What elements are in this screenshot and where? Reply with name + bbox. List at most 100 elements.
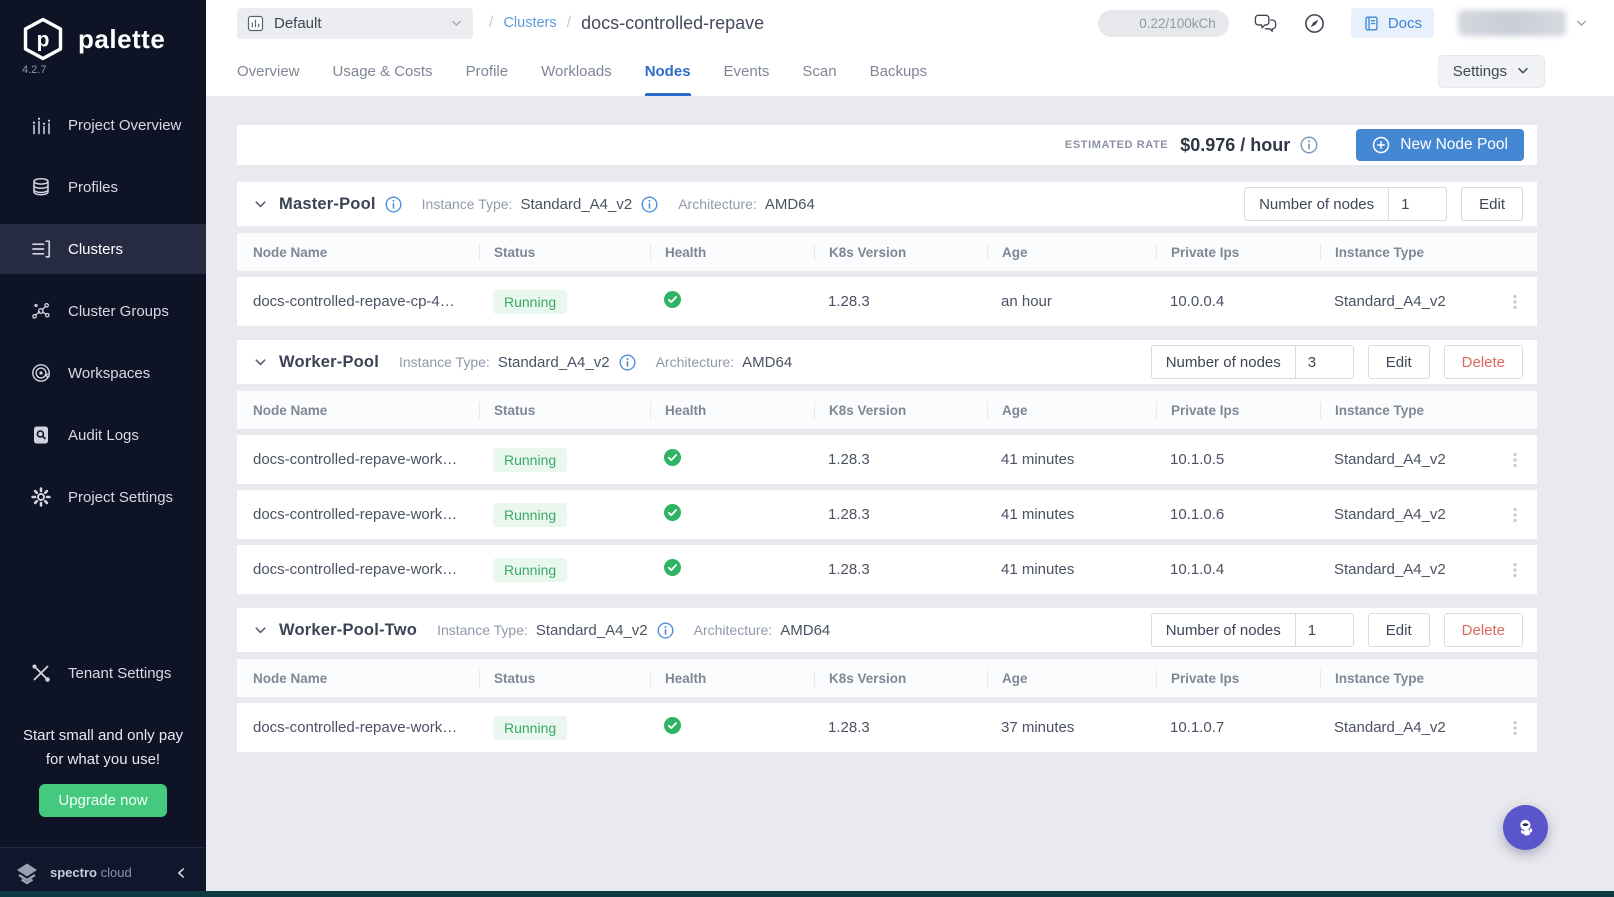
row-menu-icon[interactable] xyxy=(1506,506,1524,524)
private-ip-cell: 10.1.0.4 xyxy=(1170,561,1225,578)
table-row: docs-controlled-repave-work… Running 1.2… xyxy=(237,435,1537,484)
age-cell: 37 minutes xyxy=(1001,719,1075,736)
upgrade-promo: Start small and only pay for what you us… xyxy=(0,710,206,817)
number-of-nodes-control: Number of nodes 1 xyxy=(1244,187,1448,221)
project-selector-value: Default xyxy=(274,14,322,32)
settings-button[interactable]: Settings xyxy=(1437,54,1545,88)
edit-pool-button[interactable]: Edit xyxy=(1367,613,1430,647)
rate-info-icon[interactable] xyxy=(1300,136,1318,154)
instance-type-info-icon[interactable] xyxy=(641,195,658,213)
chevron-down-icon[interactable] xyxy=(253,623,268,638)
chevron-down-icon[interactable] xyxy=(253,355,268,370)
audit-icon xyxy=(30,424,52,446)
sidebar-item-clusters[interactable]: Clusters xyxy=(0,224,206,274)
private-ip-cell: 10.0.0.4 xyxy=(1170,293,1225,310)
promo-text-line1: Start small and only pay xyxy=(22,727,184,744)
delete-pool-button[interactable]: Delete xyxy=(1443,345,1523,379)
collapse-sidebar-icon[interactable] xyxy=(174,866,188,880)
k8s-version-cell: 1.28.3 xyxy=(828,293,870,310)
sidebar-item-project-settings[interactable]: Project Settings xyxy=(0,472,206,522)
palette-logo-icon: p xyxy=(20,16,66,62)
upgrade-now-button[interactable]: Upgrade now xyxy=(39,784,167,817)
user-menu[interactable] xyxy=(1458,10,1588,36)
sidebar-nav: Project Overview Profiles Clusters Clust… xyxy=(0,100,206,710)
instance-type-cell: Standard_A4_v2 xyxy=(1334,451,1446,468)
tab-events[interactable]: Events xyxy=(724,46,770,96)
status-badge: Running xyxy=(493,557,568,582)
node-pool-section: Worker-Pool Instance Type: Standard_A4_v… xyxy=(237,340,1537,594)
number-of-nodes-input[interactable]: 3 xyxy=(1294,346,1353,378)
architecture-value: AMD64 xyxy=(742,353,793,371)
status-badge: Running xyxy=(493,447,568,472)
pool-name: Master-Pool xyxy=(279,194,376,213)
project-selector[interactable]: Default xyxy=(237,7,473,39)
app-logo: p palette xyxy=(0,0,206,64)
architecture-label: Architecture: xyxy=(655,354,735,370)
pool-info-icon[interactable] xyxy=(385,195,402,213)
book-icon xyxy=(1363,15,1380,32)
architecture-label: Architecture: xyxy=(693,622,773,638)
chevron-down-icon[interactable] xyxy=(253,197,268,212)
sidebar-item-cluster-groups[interactable]: Cluster Groups xyxy=(0,286,206,336)
tab-scan[interactable]: Scan xyxy=(802,46,836,96)
instance-type-info-icon[interactable] xyxy=(657,621,674,639)
table-row: docs-controlled-repave-work… Running 1.2… xyxy=(237,703,1537,752)
architecture-label: Architecture: xyxy=(678,196,757,212)
column-header-k8s-version: K8s Version xyxy=(814,401,987,419)
sidebar-item-audit-logs[interactable]: Audit Logs xyxy=(0,410,206,460)
sidebar-item-workspaces[interactable]: Workspaces xyxy=(0,348,206,398)
breadcrumb-clusters-link[interactable]: Clusters xyxy=(503,15,556,31)
chat-icon[interactable] xyxy=(1253,11,1278,36)
column-header-instance-type: Instance Type xyxy=(1320,401,1493,419)
breadcrumb: / Clusters / docs-controlled-repave xyxy=(489,12,765,33)
sidebar-item-project-overview[interactable]: Project Overview xyxy=(0,100,206,150)
sidebar-item-tenant-settings[interactable]: Tenant Settings xyxy=(0,648,206,698)
assistant-fab-button[interactable] xyxy=(1503,805,1548,850)
k8s-version-cell: 1.28.3 xyxy=(828,451,870,468)
new-node-pool-button[interactable]: New Node Pool xyxy=(1356,129,1524,161)
column-header-private-ips: Private Ips xyxy=(1156,401,1320,419)
row-menu-icon[interactable] xyxy=(1506,719,1524,737)
table-header-row: Node Name Status Health K8s Version Age Priva… xyxy=(237,659,1537,697)
tab-usage-costs[interactable]: Usage & Costs xyxy=(333,46,433,96)
sidebar-item-profiles[interactable]: Profiles xyxy=(0,162,206,212)
architecture-value: AMD64 xyxy=(780,621,831,639)
column-header-node-name: Node Name xyxy=(253,402,328,418)
estimated-rate-label: ESTIMATED RATE xyxy=(1064,139,1169,151)
tab-profile[interactable]: Profile xyxy=(466,46,509,96)
number-of-nodes-input[interactable]: 1 xyxy=(1388,188,1446,220)
tab-nodes[interactable]: Nodes xyxy=(644,46,691,96)
number-of-nodes-input[interactable]: 1 xyxy=(1294,614,1353,646)
row-menu-icon[interactable] xyxy=(1506,451,1524,469)
instance-type-value: Standard_A4_v2 xyxy=(497,353,610,371)
node-name-cell: docs-controlled-repave-work… xyxy=(253,561,458,578)
edit-pool-button[interactable]: Edit xyxy=(1367,345,1430,379)
instance-type-info-icon[interactable] xyxy=(619,353,636,371)
project-icon xyxy=(247,15,264,32)
table-row: docs-controlled-repave-work… Running 1.2… xyxy=(237,545,1537,594)
status-badge: Running xyxy=(493,715,568,740)
layers-icon xyxy=(30,176,52,198)
table-header-row: Node Name Status Health K8s Version Age Priva… xyxy=(237,233,1537,271)
column-header-k8s-version: K8s Version xyxy=(814,669,987,687)
compass-icon[interactable] xyxy=(1302,11,1327,36)
column-header-status: Status xyxy=(479,401,650,419)
health-check-icon xyxy=(664,291,681,308)
bottom-edge-bar xyxy=(0,891,1614,897)
tab-overview[interactable]: Overview xyxy=(237,46,300,96)
docs-button[interactable]: Docs xyxy=(1350,8,1434,38)
tabs: Overview Usage & Costs Profile Workloads… xyxy=(237,46,960,96)
tab-backups[interactable]: Backups xyxy=(870,46,928,96)
spectro-cloud-logo-icon xyxy=(12,858,42,888)
edit-pool-button[interactable]: Edit xyxy=(1461,187,1523,221)
node-name-cell: docs-controlled-repave-work… xyxy=(253,719,458,736)
tab-workloads[interactable]: Workloads xyxy=(541,46,612,96)
top-header: Default / Clusters / docs-controlled-rep… xyxy=(206,0,1614,46)
row-menu-icon[interactable] xyxy=(1506,293,1524,311)
node-pool-header: Worker-Pool Instance Type: Standard_A4_v… xyxy=(237,340,1537,384)
number-of-nodes-label: Number of nodes xyxy=(1165,621,1281,639)
delete-pool-button[interactable]: Delete xyxy=(1443,613,1523,647)
k8s-version-cell: 1.28.3 xyxy=(828,506,870,523)
age-cell: 41 minutes xyxy=(1001,451,1075,468)
row-menu-icon[interactable] xyxy=(1506,561,1524,579)
